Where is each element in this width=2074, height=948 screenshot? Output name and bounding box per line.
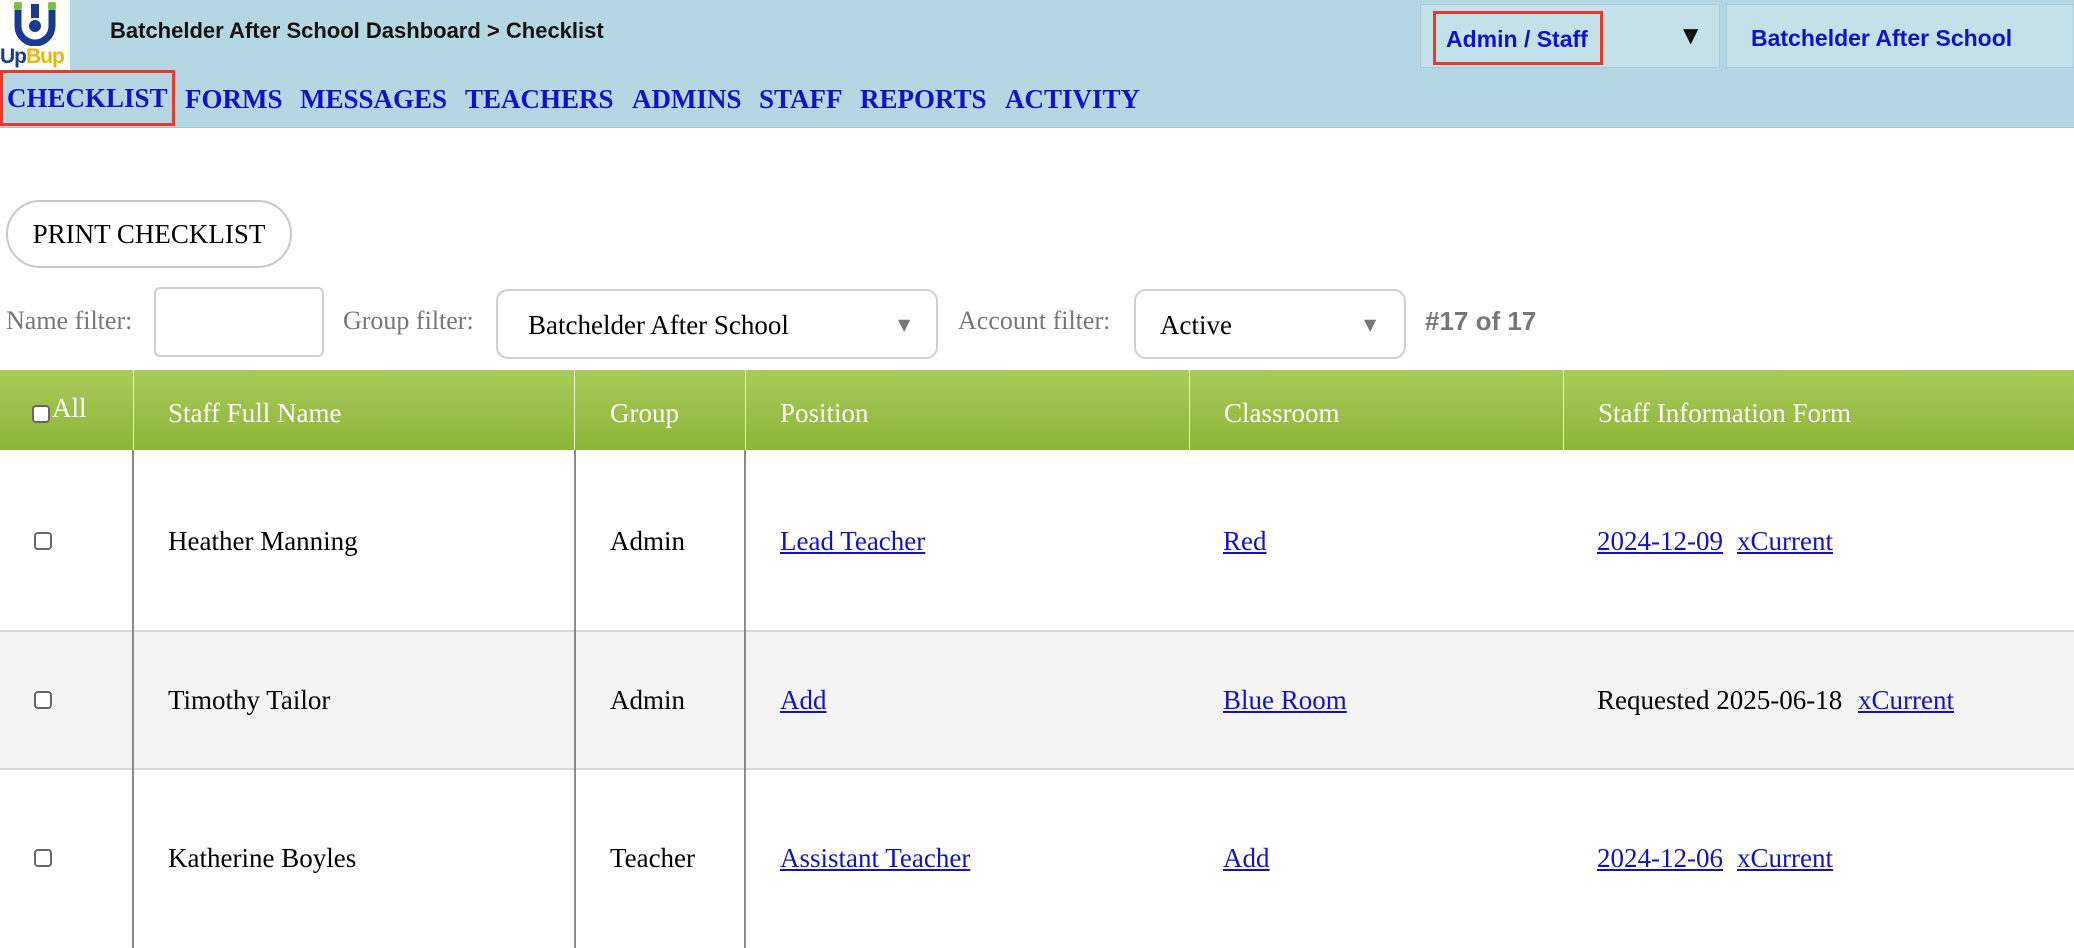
table-row: Katherine Boyles Teacher Assistant Teach… bbox=[0, 770, 2074, 948]
nav-admins[interactable]: ADMINS bbox=[632, 70, 742, 126]
school-name[interactable]: Batchelder After School bbox=[1751, 25, 2012, 52]
table-row: Heather Manning Admin Lead Teacher Red 2… bbox=[0, 450, 2074, 630]
breadcrumb: Batchelder After School Dashboard > Chec… bbox=[110, 18, 604, 43]
staff-name: Timothy Tailor bbox=[168, 685, 331, 715]
position-link[interactable]: Assistant Teacher bbox=[780, 843, 970, 874]
classroom-link[interactable]: Blue Room bbox=[1223, 685, 1347, 716]
xcurrent-link[interactable]: xCurrent bbox=[1737, 526, 1833, 557]
row-checkbox[interactable] bbox=[34, 691, 52, 709]
column-classroom[interactable]: Classroom bbox=[1224, 370, 1340, 450]
triangle-down-icon[interactable]: ▼ bbox=[1683, 23, 1698, 47]
print-checklist-button[interactable]: PRINT CHECKLIST bbox=[6, 200, 292, 268]
table-header: All Staff Full Name Group Position Class… bbox=[0, 370, 2074, 450]
top-header: UpBup Batchelder After School Dashboard … bbox=[0, 0, 2074, 70]
school-selector[interactable]: Batchelder After School bbox=[1726, 4, 2074, 68]
xcurrent-link[interactable]: xCurrent bbox=[1737, 843, 1833, 874]
group-filter-value: Batchelder After School bbox=[528, 310, 789, 340]
position-link[interactable]: Lead Teacher bbox=[780, 526, 925, 557]
chevron-down-icon: ▼ bbox=[1364, 315, 1377, 334]
nav-reports[interactable]: REPORTS bbox=[860, 70, 987, 126]
nav-teachers[interactable]: TEACHERS bbox=[465, 70, 614, 126]
name-filter-input[interactable] bbox=[154, 287, 324, 357]
role-selector[interactable]: Admin / Staff ▼ bbox=[1420, 4, 1720, 68]
column-divider bbox=[574, 450, 576, 948]
select-all-checkbox[interactable] bbox=[32, 405, 50, 423]
classroom-link[interactable]: Add bbox=[1223, 843, 1270, 874]
position-link[interactable]: Add bbox=[780, 685, 827, 716]
classroom-link[interactable]: Red bbox=[1223, 526, 1267, 557]
staff-group: Admin bbox=[610, 526, 686, 556]
upbup-logo-icon bbox=[14, 2, 56, 46]
column-staff-full-name[interactable]: Staff Full Name bbox=[168, 370, 341, 450]
select-all[interactable]: All bbox=[32, 370, 87, 450]
main-nav: CHECKLIST FORMS MESSAGES TEACHERS ADMINS… bbox=[0, 70, 2074, 128]
nav-messages[interactable]: MESSAGES bbox=[300, 70, 447, 126]
staff-name: Katherine Boyles bbox=[168, 843, 357, 873]
column-staff-information-form[interactable]: Staff Information Form bbox=[1598, 370, 1851, 450]
account-filter-value: Active bbox=[1160, 310, 1232, 340]
select-all-label: All bbox=[52, 392, 87, 423]
nav-activity[interactable]: ACTIVITY bbox=[1005, 70, 1140, 126]
form-date-link[interactable]: 2024-12-09 bbox=[1597, 526, 1723, 557]
xcurrent-link[interactable]: xCurrent bbox=[1858, 685, 1954, 716]
logo-wordmark: UpBup bbox=[0, 45, 65, 68]
account-filter-label: Account filter: bbox=[958, 306, 1111, 335]
staff-group: Teacher bbox=[610, 843, 696, 873]
name-filter-label: Name filter: bbox=[6, 306, 133, 335]
column-position[interactable]: Position bbox=[780, 370, 869, 450]
group-filter-select[interactable]: Batchelder After School ▼ bbox=[496, 289, 938, 359]
result-count: #17 of 17 bbox=[1425, 306, 1537, 336]
nav-staff[interactable]: STAFF bbox=[759, 70, 843, 126]
nav-forms[interactable]: FORMS bbox=[185, 70, 283, 126]
staff-group: Admin bbox=[610, 685, 686, 715]
nav-checklist[interactable]: CHECKLIST bbox=[0, 70, 175, 126]
staff-name: Heather Manning bbox=[168, 526, 358, 556]
table-row: Timothy Tailor Admin Add Blue Room Reque… bbox=[0, 632, 2074, 768]
upbup-logo[interactable]: UpBup bbox=[0, 0, 70, 70]
account-filter-select[interactable]: Active ▼ bbox=[1134, 289, 1406, 359]
row-checkbox[interactable] bbox=[34, 849, 52, 867]
form-date-link[interactable]: 2024-12-06 bbox=[1597, 843, 1723, 874]
column-divider bbox=[132, 450, 134, 948]
role-selector-value[interactable]: Admin / Staff bbox=[1433, 11, 1603, 65]
group-filter-label: Group filter: bbox=[343, 306, 474, 335]
row-checkbox[interactable] bbox=[34, 532, 52, 550]
form-requested-text: Requested 2025-06-18 bbox=[1597, 685, 1843, 715]
chevron-down-icon: ▼ bbox=[898, 315, 911, 334]
column-divider bbox=[744, 450, 746, 948]
column-group[interactable]: Group bbox=[610, 370, 679, 450]
